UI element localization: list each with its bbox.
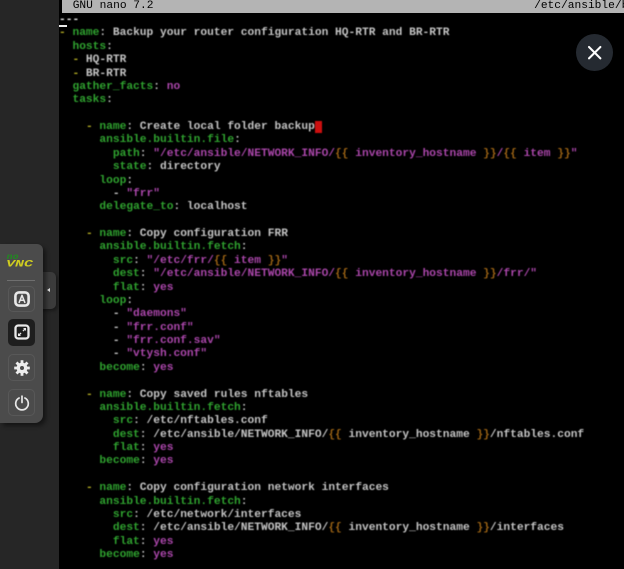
svg-text:VNC: VNC <box>6 260 34 271</box>
